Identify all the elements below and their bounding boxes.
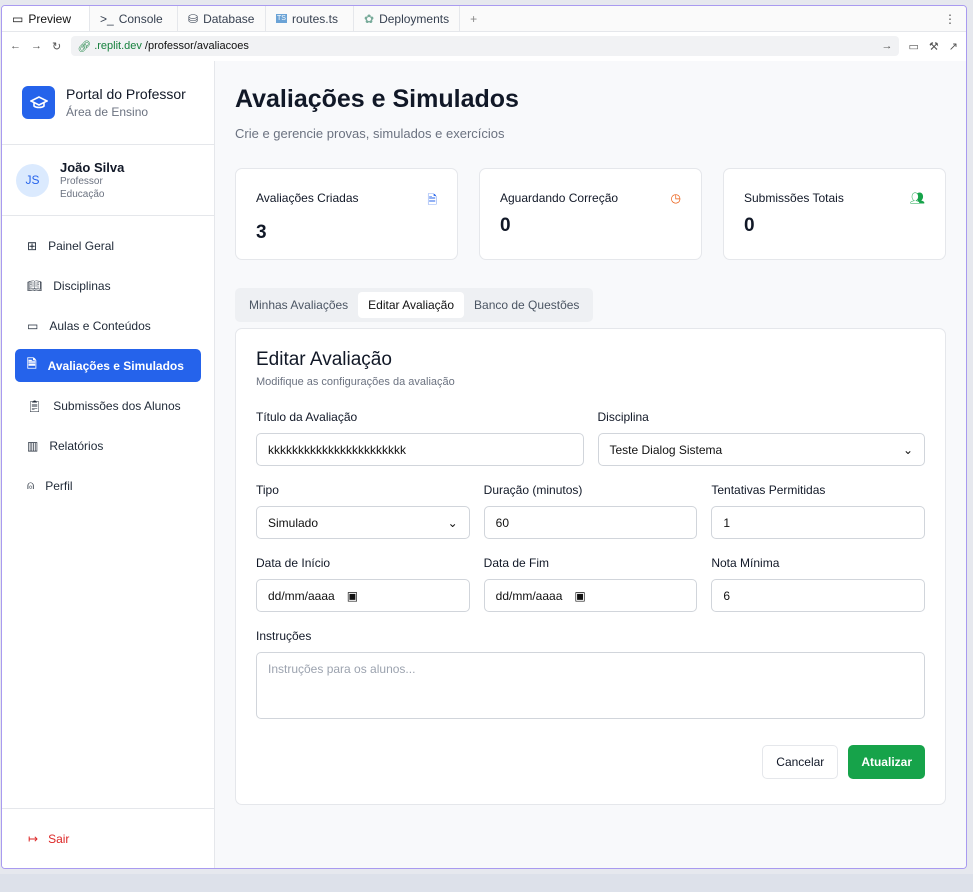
graduation-cap-icon <box>22 86 55 119</box>
user-icon: ⍝ <box>27 478 35 492</box>
bar-chart-icon: ▥ <box>27 438 39 453</box>
tab-question-bank[interactable]: Banco de Questões <box>464 292 589 318</box>
tab-bar: ▭ Preview >_ Console ⛁ Database TS routes.ts… <box>2 6 966 32</box>
start-date-input[interactable]: dd/mm/aaaa ▣ <box>256 579 470 612</box>
link-icon: 🔗︎ <box>77 40 92 53</box>
attempts-input[interactable]: 1 <box>711 506 926 539</box>
sidebar-item-0[interactable]: ⊞ Painel Geral <box>15 229 201 262</box>
sidebar-item-6[interactable]: ⍝ Perfil <box>15 469 201 502</box>
page-subtitle: Crie e gerencie provas, simulados e exer… <box>235 126 505 141</box>
tab-routes[interactable]: TS routes.ts <box>266 6 354 31</box>
calendar-icon[interactable]: ▣ <box>574 589 585 603</box>
terminal-icon: >_ <box>100 11 114 26</box>
clock-icon: ◷ <box>670 191 681 205</box>
update-button[interactable]: Atualizar <box>848 745 925 779</box>
tab-deployments[interactable]: ✿ Deployments <box>354 6 461 31</box>
tab-edit-assessment[interactable]: Editar Avaliação <box>358 292 465 318</box>
forward-icon[interactable]: → <box>31 40 42 52</box>
more-icon[interactable]: ⋮ <box>934 6 966 31</box>
browser-window: ▭ Preview >_ Console ⛁ Database TS routes.ts… <box>1 5 967 869</box>
address-bar: ← → ↻ 🔗︎ .replit.dev/professor/avaliacoes → … <box>2 32 966 60</box>
chevron-down-icon: ⌄ <box>902 442 913 457</box>
deploy-icon: ✿ <box>364 11 375 26</box>
sidebar: Portal do Professor Área de Ensino JS Joã… <box>2 61 215 868</box>
database-icon: ⛁ <box>188 11 199 26</box>
main-content: Avaliações e Simulados Crie e gerencie p… <box>215 61 966 868</box>
os-taskbar <box>0 874 973 892</box>
sidebar-nav: ⊞ Painel Geral 📖︎ Disciplinas ▭ Aulas e Conte… <box>2 216 214 522</box>
file-icon: 🗎︎ <box>27 357 37 371</box>
duration-input[interactable]: 60 <box>483 506 698 539</box>
tab-console[interactable]: >_ Console <box>90 6 178 31</box>
cancel-button[interactable]: Cancelar <box>762 745 839 779</box>
tab-database[interactable]: ⛁ Database <box>178 6 266 31</box>
go-icon[interactable]: → <box>882 40 893 52</box>
logout-button[interactable]: ↦ Sair <box>2 808 214 868</box>
users-icon: 👥︎ <box>909 191 925 205</box>
book-icon: 📖︎ <box>27 278 43 293</box>
title-input[interactable]: kkkkkkkkkkkkkkkkkkkkkkk <box>256 433 584 466</box>
clipboard-icon: 📋︎ <box>27 398 43 413</box>
min-grade-input[interactable]: 6 <box>711 579 926 612</box>
stat-card-pending: Aguardando Correção ◷ 0 <box>479 168 702 260</box>
monitor-icon: ▭ <box>12 11 24 26</box>
subject-select[interactable]: Teste Dialog Sistema ⌄ <box>597 433 925 466</box>
grid-icon: ⊞ <box>27 238 38 253</box>
video-icon: ▭ <box>27 318 39 333</box>
sidebar-item-4[interactable]: 📋︎ Submissões dos Alunos <box>15 389 201 422</box>
wrench-icon[interactable]: ⚒ <box>929 40 939 53</box>
type-select[interactable]: Simulado ⌄ <box>256 506 470 539</box>
tab-my-assessments[interactable]: Minhas Avaliações <box>239 292 358 318</box>
sidebar-item-2[interactable]: ▭ Aulas e Conteúdos <box>15 309 201 342</box>
form-title: Editar Avaliação <box>256 349 392 370</box>
new-tab-button[interactable]: + <box>460 6 487 31</box>
stat-card-submissions: Submissões Totais 👥︎ 0 <box>723 168 946 260</box>
sidebar-item-3[interactable]: 🗎︎ Avaliações e Simulados <box>15 349 201 382</box>
chevron-down-icon: ⌄ <box>447 515 458 530</box>
page-title: Avaliações e Simulados <box>235 85 519 113</box>
calendar-icon[interactable]: ▣ <box>347 589 358 603</box>
sidebar-item-5[interactable]: ▥ Relatórios <box>15 429 201 462</box>
instructions-textarea[interactable]: Instruções para os alunos... <box>256 652 925 719</box>
tab-list: Minhas Avaliações Editar Avaliação Banco… <box>235 288 594 322</box>
brand: Portal do Professor Área de Ensino <box>2 61 214 145</box>
sidebar-item-1[interactable]: 📖︎ Disciplinas <box>15 269 201 302</box>
devtools-icon[interactable]: ▭ <box>909 40 919 53</box>
reload-icon[interactable]: ↻ <box>52 40 61 53</box>
external-link-icon[interactable]: ↗ <box>949 40 958 53</box>
back-icon[interactable]: ← <box>10 40 21 52</box>
avatar: JS <box>16 163 49 197</box>
typescript-icon: TS <box>276 14 287 23</box>
end-date-input[interactable]: dd/mm/aaaa ▣ <box>483 579 698 612</box>
tab-preview[interactable]: ▭ Preview <box>2 6 90 31</box>
logout-icon: ↦ <box>28 831 39 846</box>
file-icon: 🗎︎ <box>427 193 437 207</box>
url-input[interactable]: 🔗︎ .replit.dev/professor/avaliacoes → <box>71 36 899 56</box>
stat-card-created: Avaliações Criadas 🗎︎ 3 <box>235 168 458 260</box>
edit-form: Editar Avaliação Modifique as configuraç… <box>235 328 946 805</box>
user-profile: JS João Silva Professor Educação <box>2 145 214 216</box>
